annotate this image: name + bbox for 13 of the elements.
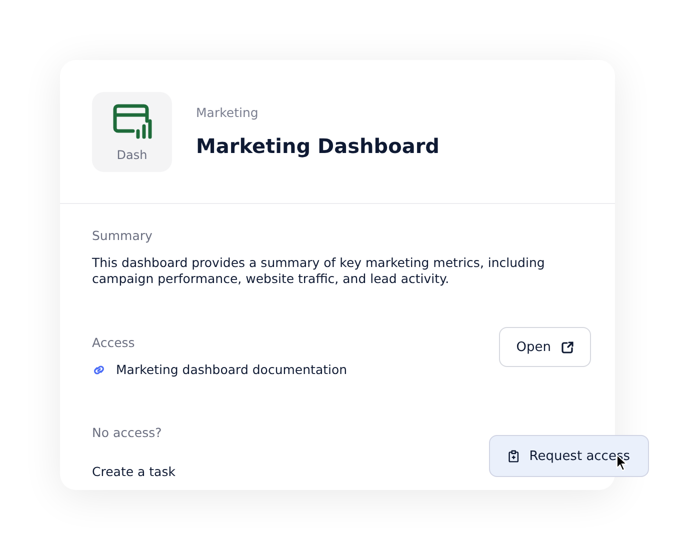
clipboard-plus-icon xyxy=(508,448,520,464)
documentation-link[interactable]: Marketing dashboard documentation xyxy=(116,362,348,377)
link-icon xyxy=(92,362,106,376)
section-label: Access xyxy=(92,335,136,350)
create-task-text: Create a task xyxy=(92,464,176,480)
section-label: No access? xyxy=(92,425,163,440)
open-button[interactable]: Open xyxy=(499,327,591,367)
summary-text: This dashboard provides a summary of key marketing metrics, including campaign performance, website traffic, and lead activity. xyxy=(92,255,546,287)
dashboard-title: Marketing Dashboard xyxy=(196,134,440,158)
category-label: Marketing xyxy=(196,105,260,120)
app-label: Dash xyxy=(116,148,148,162)
external-link-icon xyxy=(561,340,574,354)
section-label: Summary xyxy=(92,228,154,243)
